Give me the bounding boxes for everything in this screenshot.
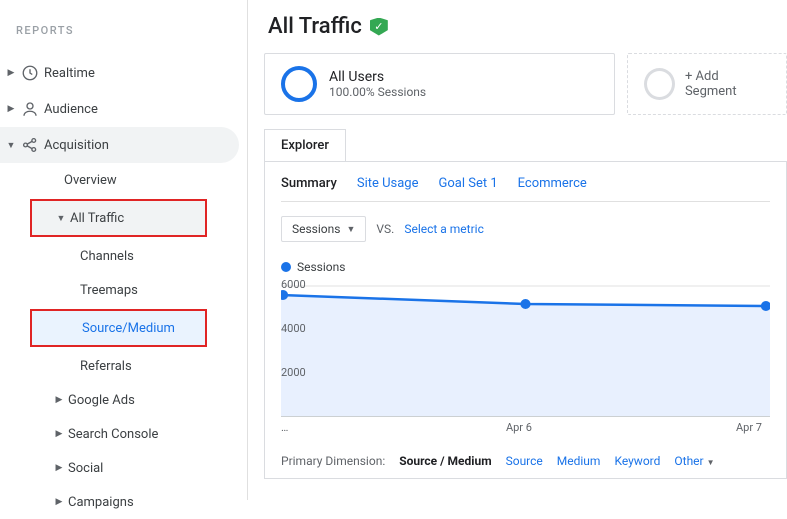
sidebar-item-label: Social — [68, 461, 103, 476]
y-tick: 4000 — [281, 322, 306, 335]
sidebar-subitem-search-console[interactable]: ▶ Search Console — [0, 417, 247, 451]
chevron-right-icon: ▶ — [6, 68, 16, 78]
dim-medium[interactable]: Medium — [557, 454, 601, 468]
page-title-row: All Traffic ✓ — [264, 8, 787, 53]
x-tick: … — [281, 421, 288, 434]
primary-dimension-label: Primary Dimension: — [281, 454, 385, 468]
x-tick: Apr 6 — [506, 421, 532, 434]
chart-legend: Sessions — [281, 260, 770, 274]
main-content: All Traffic ✓ All Users 100.00% Sessions… — [248, 0, 787, 500]
segment-add[interactable]: + Add Segment — [627, 53, 787, 115]
sidebar-subitem-referrals[interactable]: Referrals — [0, 349, 247, 383]
legend-dot-icon — [281, 262, 291, 272]
shield-check-icon: ✓ — [370, 18, 388, 36]
chevron-right-icon: ▶ — [54, 463, 64, 473]
person-icon — [16, 100, 44, 118]
select-compare-metric[interactable]: Select a metric — [404, 222, 484, 236]
primary-dimension-row: Primary Dimension: Source / Medium Sourc… — [281, 448, 770, 474]
page-title: All Traffic — [268, 14, 362, 39]
sidebar-subitem-google-ads[interactable]: ▶ Google Ads — [0, 383, 247, 417]
sessions-chart[interactable]: 6000 4000 2000 … Apr — [281, 278, 770, 418]
sidebar: REPORTS ▶ Realtime ▶ Audience ▼ Acquisit… — [0, 0, 248, 500]
chevron-right-icon: ▶ — [6, 104, 16, 114]
sidebar-item-acquisition[interactable]: ▼ Acquisition — [0, 127, 239, 163]
explorer-panel: Summary Site Usage Goal Set 1 Ecommerce … — [264, 161, 787, 479]
sidebar-item-label: Source/Medium — [82, 321, 175, 336]
sidebar-item-label: Treemaps — [80, 283, 138, 298]
chevron-down-icon: ▼ — [56, 213, 66, 224]
sidebar-subitem-overview[interactable]: Overview — [0, 163, 247, 197]
chevron-down-icon: ▼ — [6, 140, 16, 151]
chevron-right-icon: ▶ — [54, 497, 64, 507]
sidebar-item-label: Campaigns — [68, 495, 134, 510]
subtab-summary[interactable]: Summary — [281, 176, 337, 191]
sidebar-item-label: Channels — [80, 249, 134, 264]
segment-row: All Users 100.00% Sessions + Add Segment — [264, 53, 787, 115]
sidebar-item-label: Referrals — [80, 359, 132, 374]
report-tabs: Explorer Summary Site Usage Goal Set 1 E… — [264, 129, 787, 479]
segment-all-users[interactable]: All Users 100.00% Sessions — [264, 53, 615, 115]
subtab-ecommerce[interactable]: Ecommerce — [518, 176, 587, 191]
sidebar-subitem-campaigns[interactable]: ▶ Campaigns — [0, 485, 247, 519]
metric-select-label: Sessions — [292, 222, 340, 236]
dim-other[interactable]: Other ▼ — [674, 454, 714, 468]
sidebar-subitem-channels[interactable]: Channels — [0, 239, 247, 273]
metric-controls: Sessions ▼ VS. Select a metric — [281, 216, 770, 242]
sidebar-item-realtime[interactable]: ▶ Realtime — [0, 55, 247, 91]
dim-other-label: Other — [674, 454, 703, 468]
segment-subtitle: 100.00% Sessions — [329, 85, 426, 99]
sidebar-subitem-treemaps[interactable]: Treemaps — [0, 273, 247, 307]
clock-icon — [16, 64, 44, 82]
y-tick: 2000 — [281, 366, 306, 379]
sidebar-item-label: Audience — [44, 102, 98, 117]
add-segment-label: + Add Segment — [685, 69, 770, 99]
legend-label: Sessions — [297, 260, 345, 274]
dim-source[interactable]: Source — [506, 454, 543, 468]
explorer-subtabs: Summary Site Usage Goal Set 1 Ecommerce — [281, 176, 770, 202]
vs-label: VS. — [376, 222, 394, 236]
highlight-all-traffic: ▼ All Traffic — [30, 199, 207, 237]
sidebar-subitem-social[interactable]: ▶ Social — [0, 451, 247, 485]
segment-meta: All Users 100.00% Sessions — [329, 69, 426, 99]
metric-select[interactable]: Sessions ▼ — [281, 216, 366, 242]
dim-keyword[interactable]: Keyword — [614, 454, 660, 468]
sidebar-subitem-source-medium[interactable]: Source/Medium — [32, 311, 205, 345]
sidebar-item-label: Realtime — [44, 66, 95, 81]
x-tick: Apr 7 — [736, 421, 762, 434]
sidebar-item-label: Google Ads — [68, 393, 135, 408]
share-icon — [16, 136, 44, 154]
segment-ring-icon — [281, 66, 317, 102]
tab-explorer[interactable]: Explorer — [264, 129, 346, 161]
segment-title: All Users — [329, 69, 426, 85]
caret-down-icon: ▼ — [346, 224, 355, 235]
highlight-source-medium: Source/Medium — [30, 309, 207, 347]
reports-heading: REPORTS — [0, 18, 247, 55]
segment-ring-icon — [644, 68, 675, 100]
y-tick: 6000 — [281, 278, 306, 291]
dim-source-medium[interactable]: Source / Medium — [399, 454, 491, 468]
chevron-right-icon: ▶ — [54, 429, 64, 439]
chevron-right-icon: ▶ — [54, 395, 64, 405]
sidebar-item-label: Search Console — [68, 427, 158, 442]
sidebar-subitem-all-traffic[interactable]: ▼ All Traffic — [32, 201, 205, 235]
caret-down-icon: ▼ — [707, 458, 715, 467]
subtab-goal-set[interactable]: Goal Set 1 — [439, 176, 498, 191]
sidebar-item-label: All Traffic — [70, 211, 124, 226]
sidebar-item-audience[interactable]: ▶ Audience — [0, 91, 247, 127]
sidebar-item-label: Overview — [64, 173, 117, 188]
subtab-site-usage[interactable]: Site Usage — [357, 176, 419, 191]
sidebar-item-label: Acquisition — [44, 138, 109, 153]
